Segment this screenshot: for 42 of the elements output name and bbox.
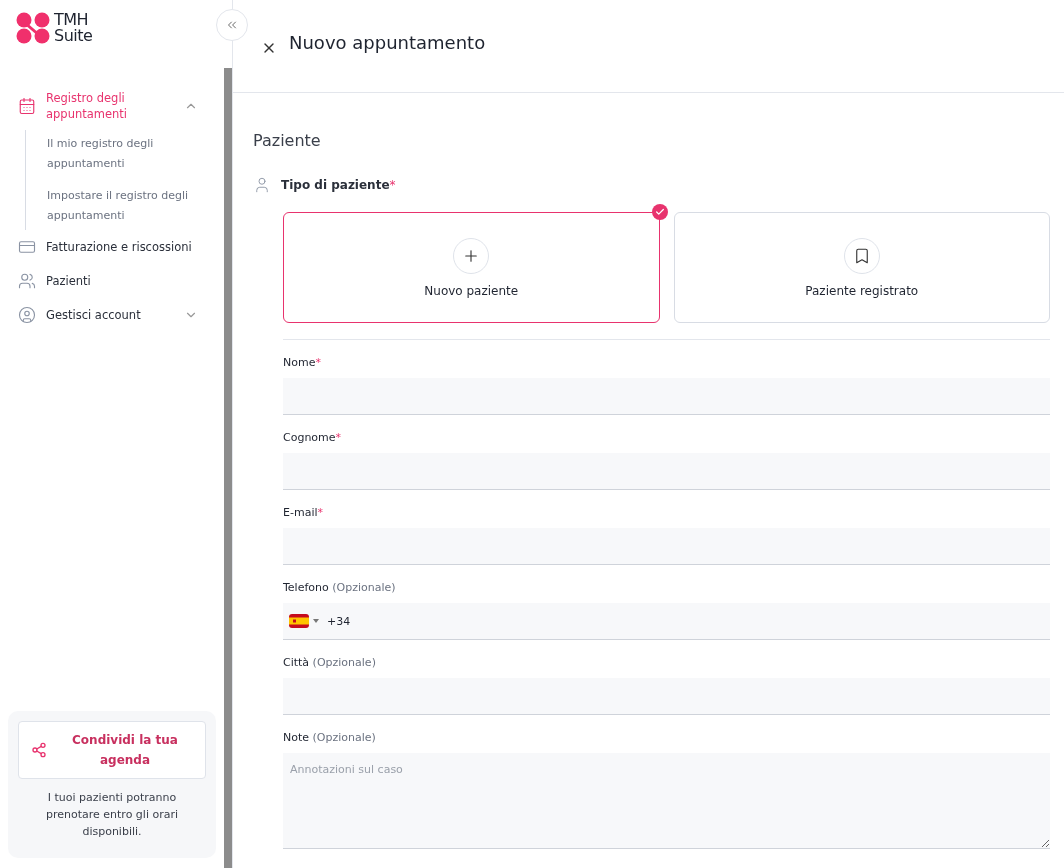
section-title: Paziente <box>253 131 322 150</box>
country-selector[interactable] <box>289 614 319 628</box>
logo-text: Suite <box>54 28 93 44</box>
nav-item[interactable]: Fatturazione e riscossioni <box>8 230 216 264</box>
text-field[interactable] <box>283 453 1050 490</box>
phone-number-input[interactable]: +34 <box>325 613 1044 629</box>
nav-subitem[interactable]: Impostare il registro degli appuntamenti <box>47 186 216 226</box>
field-label: Telefono (Opzionale) <box>283 581 397 594</box>
share-description: I tuoi pazienti potranno prenotare entro gli orari disponibili. <box>44 790 180 840</box>
page-title: Nuovo appuntamento <box>289 31 486 53</box>
nav-item[interactable]: Registro degli appuntamenti <box>8 82 216 130</box>
people-icon <box>18 272 36 290</box>
field-label: E-mail* <box>283 506 324 519</box>
check-badge <box>651 204 668 220</box>
caret-icon <box>313 619 319 623</box>
calendar-icon <box>18 97 36 115</box>
notes-field[interactable]: Annotazioni sul caso <box>283 753 1050 849</box>
collapse-button[interactable] <box>216 9 248 41</box>
field-label: Note (Opzionale) <box>283 731 377 744</box>
user-circle-icon <box>18 306 36 324</box>
text-field[interactable] <box>283 528 1050 565</box>
patient-type-option[interactable]: Paziente registrato <box>673 212 1050 323</box>
field-label: Nome* <box>283 356 322 369</box>
double-chevron-icon <box>225 18 239 32</box>
nav-item[interactable]: Gestisci account <box>8 298 216 332</box>
credit-card-icon <box>18 238 36 256</box>
nav-subitem[interactable]: Il mio registro degli appuntamenti <box>47 134 216 174</box>
field-label: Città (Opzionale) <box>283 656 377 669</box>
logo-icon <box>16 12 50 44</box>
share-button[interactable]: Condividi la tua agenda <box>18 721 206 779</box>
text-field[interactable] <box>283 378 1050 415</box>
flag-icon <box>289 614 309 628</box>
logo-text: TMH <box>54 12 90 28</box>
patient-type-option[interactable]: Nuovo paziente <box>283 212 660 323</box>
phone-field[interactable]: +34 <box>283 603 1050 640</box>
field-label: Tipo di paziente* <box>281 178 396 192</box>
share-icon <box>31 742 47 758</box>
scrollbar[interactable] <box>224 68 232 868</box>
text-field[interactable] <box>283 678 1050 715</box>
person-icon <box>253 176 271 194</box>
nav-item[interactable]: Pazienti <box>8 264 216 298</box>
field-label: Cognome* <box>283 431 343 444</box>
